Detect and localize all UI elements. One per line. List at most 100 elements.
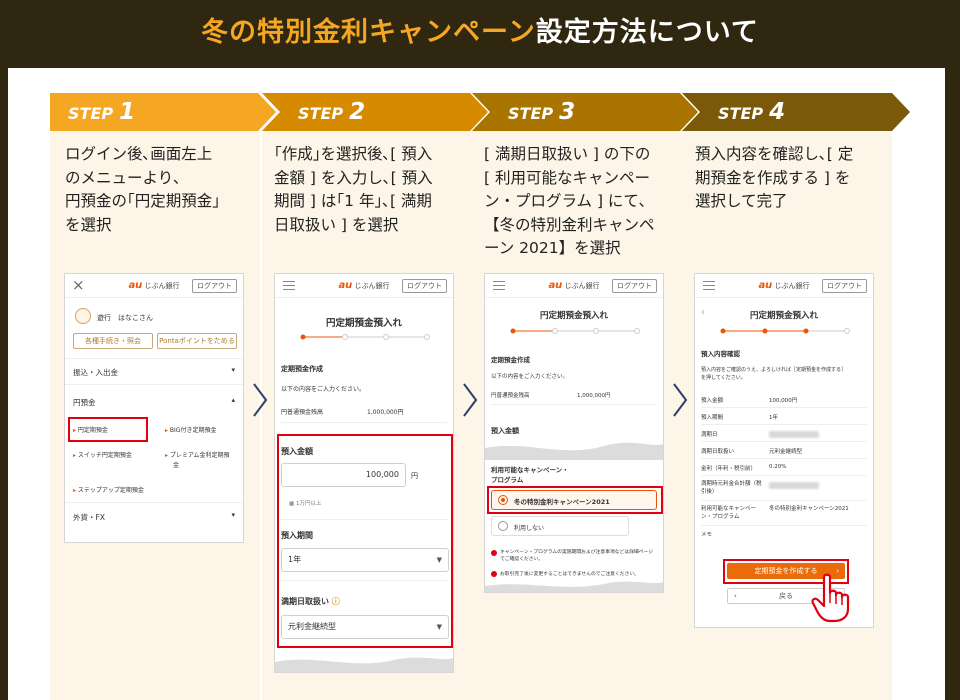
page-title: 円定期預金預入れ	[539, 311, 608, 321]
app-header: au じぶん銀行 ログアウト	[695, 274, 873, 298]
menu-fx[interactable]: 外貨・FX	[73, 512, 105, 523]
app-header: au じぶん銀行 ログアウト	[275, 274, 453, 298]
row-value: 100,000円	[769, 398, 798, 404]
page-title: 円定期預金預入れ	[325, 318, 402, 329]
phone-screen-step-1: × au じぶん銀行 ログアウト 遊行 はなこさん 各種手続き・照会 Ponta…	[64, 273, 244, 543]
divider	[65, 502, 243, 503]
chevron-down-icon: ▾	[231, 511, 235, 519]
highlight-inputs	[277, 434, 453, 648]
menu-transfer[interactable]: 振込・入出金	[73, 367, 118, 378]
sidebar-item-stepup[interactable]: ▸ ステップアップ定期預金	[73, 485, 144, 494]
divider	[701, 424, 867, 425]
row-value: 0.20%	[769, 464, 787, 470]
step-4-text: 預入内容を確認し､[ 定期預金を作成する ] を選択して完了	[695, 145, 854, 210]
redacted-value	[769, 482, 819, 489]
divider	[491, 404, 657, 405]
step-2-text: ｢作成｣を選択後､[ 預入 金額 ] を入力し､[ 預入 期間 ] は｢1 年｣､[…	[274, 145, 433, 234]
balance-value: 1,000,000円	[367, 409, 404, 416]
step-3-text: [ 満期日取扱い ] の下の[ 利用可能なキャンペー ン・プログラム ] にて､【…	[484, 145, 655, 257]
amount-label: 預入金額	[491, 427, 519, 435]
sidebar-item-premium[interactable]: ▸ プレミアム金利定期預	[165, 450, 230, 459]
logout-button[interactable]: ログアウト	[822, 279, 867, 293]
wave-decoration	[485, 581, 663, 592]
row-label: 利用可能なキャンペーン・プログラム	[701, 506, 757, 520]
app-header: × au じぶん銀行 ログアウト	[65, 274, 243, 298]
step-1-label: STEP 1	[68, 99, 136, 125]
highlight-winter-campaign	[487, 486, 663, 514]
highlight-yen-fixed	[68, 417, 148, 442]
balance-label: 円普通預金残高	[491, 393, 530, 399]
chevron-right-icon	[673, 383, 688, 417]
step-4-band	[682, 93, 910, 131]
wave-decoration	[275, 657, 453, 672]
progress-indicator	[720, 328, 850, 334]
row-label: 金利（年利・税引前）	[701, 466, 757, 472]
step-2-label: STEP 2	[298, 99, 366, 125]
step-3-band	[472, 93, 698, 131]
progress-indicator	[300, 334, 430, 340]
row-label: 預入金額	[701, 398, 724, 404]
divider	[701, 475, 867, 476]
avatar	[75, 308, 91, 324]
banner-title: 冬の特別金利キャンペーン設定方法について	[0, 10, 960, 49]
divider	[701, 458, 867, 459]
phone-screen-step-2: au じぶん銀行 ログアウト 円定期預金預入れ 定期預金作成 以下の内容をご入力…	[274, 273, 454, 673]
divider	[281, 422, 447, 423]
chevron-left-icon: ‹	[734, 592, 737, 600]
step-1-text: ログイン後､画面左上 のメニューより､ 円預金の｢円定期預金｣ を選択	[65, 145, 221, 234]
step-4-label: STEP 4	[718, 99, 786, 125]
warning-icon	[491, 550, 497, 556]
app-header: au じぶん銀行 ログアウト	[485, 274, 663, 298]
campaign-option-none[interactable]: 利用しない	[491, 516, 629, 536]
divider	[65, 384, 243, 385]
row-label: 満期日	[701, 432, 718, 438]
logout-button[interactable]: ログアウト	[612, 279, 657, 293]
chevron-right-icon	[253, 383, 268, 417]
instruction-text: 以下の内容をご入力ください。	[491, 374, 569, 380]
progress-indicator	[510, 328, 640, 334]
sidebar-item-premium-cont: 金	[173, 462, 180, 469]
campaign-label: 利用可能なキャンペーン・ プログラム	[491, 466, 569, 484]
redacted-value	[769, 431, 819, 438]
pointer-hand-icon	[811, 573, 850, 623]
divider	[701, 525, 867, 526]
sidebar-item-big[interactable]: ▸ BIG付き定期預金	[165, 425, 216, 434]
phone-screen-step-3: au じぶん銀行 ログアウト 円定期預金預入れ 定期預金作成 以下の内容をご入力…	[484, 273, 664, 593]
step-2-band	[262, 93, 488, 131]
row-label: 預入期間	[701, 415, 724, 421]
user-name: 遊行 はなこさん	[97, 314, 153, 322]
page-title: 円定期預金預入れ	[749, 311, 818, 321]
radio-unselected[interactable]	[498, 521, 508, 531]
divider	[701, 407, 867, 408]
section-title: 定期預金作成	[281, 365, 323, 373]
balance-value: 1,000,000円	[577, 393, 611, 399]
divider	[65, 358, 243, 359]
instruction-text: 以下の内容をご入力ください。	[281, 386, 366, 393]
chevron-down-icon: ▾	[231, 366, 235, 374]
row-value: 冬の特別金利キャンペーン2021	[769, 506, 849, 512]
section-title: 預入内容確認	[701, 350, 740, 358]
banner-title-rest: 設定方法について	[535, 17, 759, 48]
divider	[701, 441, 867, 442]
chevron-right-icon	[463, 383, 478, 417]
row-label: 満期日取扱い	[701, 449, 735, 455]
banner-title-highlight: 冬の特別金利キャンペーン	[201, 17, 536, 48]
wave-decoration	[485, 442, 663, 460]
procedures-button[interactable]: 各種手続き・照会	[73, 333, 153, 349]
row-label: メモ	[701, 532, 713, 538]
row-value: 1年	[769, 415, 778, 421]
sidebar-item-switch[interactable]: ▸ スイッチ円定期預金	[73, 450, 132, 459]
ponta-button[interactable]: Pontaポイントをためる	[157, 333, 237, 349]
divider	[701, 500, 867, 501]
row-label: 満期時元利金合計額（税引後）	[701, 481, 762, 495]
chevron-up-icon: ▴	[231, 396, 235, 404]
row-value: 元利金継続型	[769, 449, 803, 455]
section-title: 定期預金作成	[491, 356, 530, 364]
logout-button[interactable]: ログアウト	[402, 279, 447, 293]
balance-label: 円普通預金残高	[281, 409, 324, 416]
logout-button[interactable]: ログアウト	[192, 279, 237, 293]
note-campaign: キャンペーン・プログラムの実施期間および注意事項などは詳細ページ でご確認ください…	[500, 550, 654, 562]
menu-yen-deposit[interactable]: 円預金	[73, 397, 96, 408]
instruction-text: 預入内容をご確認のうえ、よろしければ［定期預金を作成する］ を押してください。	[701, 367, 847, 381]
step-3-label: STEP 3	[508, 99, 576, 125]
